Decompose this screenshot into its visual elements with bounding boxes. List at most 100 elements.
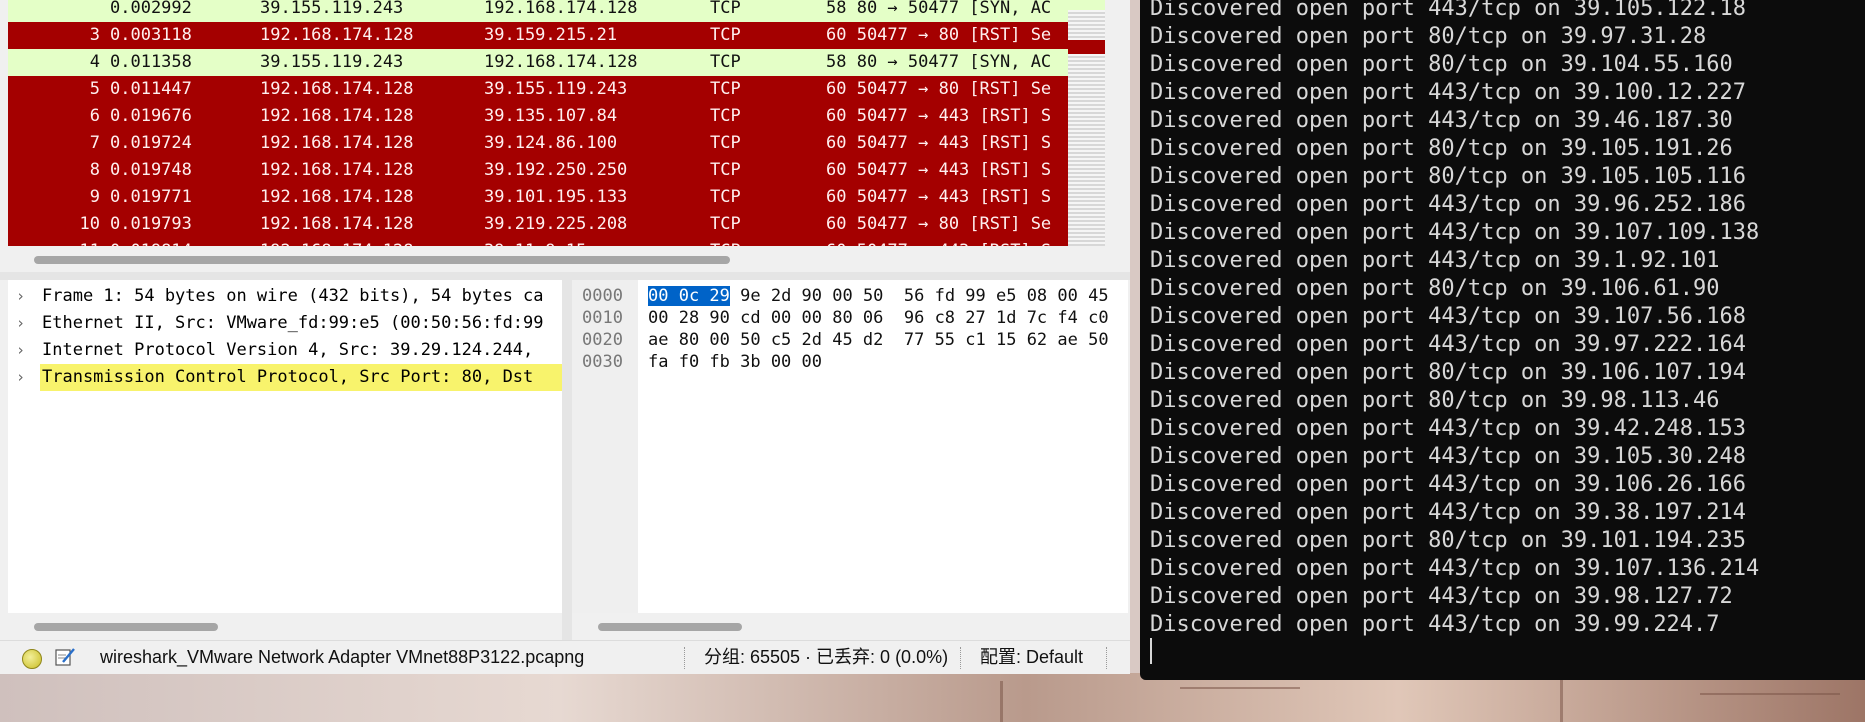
packet-time: 0.019814 — [110, 238, 192, 246]
bytes-text: ae 80 00 50 c5 2d 45 d2 77 55 c1 15 62 a… — [648, 330, 1109, 350]
packet-protocol: TCP — [710, 52, 741, 72]
edit-comment-icon[interactable] — [54, 647, 76, 667]
terminal-line: Discovered open port 443/tcp on 39.38.19… — [1150, 500, 1747, 525]
packet-time: 0.011447 — [110, 79, 192, 99]
hex-bytes[interactable]: fa f0 fb 3b 00 00 — [648, 350, 822, 375]
packet-time: 0.019748 — [110, 160, 192, 180]
packet-source: 192.168.174.128 — [260, 214, 414, 234]
packet-source: 39.155.119.243 — [260, 0, 404, 18]
terminal-line: Discovered open port 443/tcp on 39.107.1… — [1150, 556, 1760, 581]
packet-source: 39.155.119.243 — [260, 52, 404, 72]
packet-row[interactable]: 3 0.003118 192.168.174.128 39.159.215.21 TCP… — [8, 22, 1068, 49]
detail-text: Transmission Control Protocol, Src Port:… — [40, 364, 562, 391]
packet-destination: 39.192.250.250 — [484, 160, 628, 180]
packet-list[interactable]: 0.002992 39.155.119.243 192.168.174.128 TCP… — [8, 0, 1105, 246]
packet-no: 6 — [89, 106, 100, 126]
terminal-line: Discovered open port 443/tcp on 39.107.5… — [1150, 304, 1747, 329]
terminal-line: Discovered open port 443/tcp on 39.46.18… — [1150, 108, 1733, 133]
packet-source: 192.168.174.128 — [260, 133, 414, 153]
pane-divider[interactable] — [562, 280, 572, 640]
packet-count: 分组: 65505 · 已丢弃: 0 (0.0%) — [704, 647, 949, 667]
packet-protocol: TCP — [710, 187, 741, 207]
packet-info: 60 50477 → 443 [RST] S — [826, 160, 1052, 180]
packet-row[interactable]: 4 0.011358 39.155.119.243 192.168.174.128 TC… — [8, 49, 1068, 76]
packet-destination: 39.124.86.100 — [484, 133, 618, 153]
chevron-right-icon[interactable]: › — [16, 337, 25, 364]
packet-row[interactable]: 11 0.019814 192.168.174.128 39.11.9.15 TCP 60… — [8, 238, 1068, 246]
chevron-right-icon[interactable]: › — [16, 283, 25, 310]
terminal-window[interactable]: Discovered open port 443/tcp on 39.105.1… — [1140, 0, 1865, 680]
packet-destination: 39.219.225.208 — [484, 214, 628, 234]
packet-bytes[interactable]: 0000 00 0c 29 9e 2d 90 00 50 56 fd 99 e5 … — [572, 280, 1128, 613]
packet-destination: 39.155.119.243 — [484, 79, 628, 99]
hex-row: 0030 fa f0 fb 3b 00 00 — [572, 350, 1128, 375]
terminal-line: Discovered open port 80/tcp on 39.101.19… — [1150, 528, 1747, 553]
packet-source: 192.168.174.128 — [260, 238, 414, 246]
packet-details[interactable]: › Frame 1: 54 bytes on wire (432 bits), 5… — [8, 280, 562, 613]
packet-row[interactable]: 9 0.019771 192.168.174.128 39.101.195.133 TC… — [8, 184, 1068, 211]
packet-row[interactable]: 5 0.011447 192.168.174.128 39.155.119.243 TC… — [8, 76, 1068, 103]
packet-info: 58 80 → 50477 [SYN, AC — [826, 52, 1052, 72]
packet-protocol: TCP — [710, 0, 741, 18]
packet-row[interactable]: 7 0.019724 192.168.174.128 39.124.86.100 TCP… — [8, 130, 1068, 157]
terminal-line: Discovered open port 443/tcp on 39.42.24… — [1150, 416, 1747, 441]
packet-info: 60 50477 → 80 [RST] Se — [826, 79, 1052, 99]
scrollbar-thumb[interactable] — [34, 623, 218, 631]
profile-label[interactable]: 配置: Default — [980, 641, 1083, 674]
packet-source: 192.168.174.128 — [260, 25, 414, 45]
terminal-line: Discovered open port 443/tcp on 39.97.22… — [1150, 332, 1747, 357]
bytes-text: fa f0 fb 3b 00 00 — [648, 352, 822, 372]
detail-text: Ethernet II, Src: VMware_fd:99:e5 (00:50… — [42, 313, 544, 333]
packet-source: 192.168.174.128 — [260, 79, 414, 99]
desktop-wallpaper — [0, 673, 1865, 722]
packet-protocol: TCP — [710, 79, 741, 99]
packet-row[interactable]: 10 0.019793 192.168.174.128 39.219.225.208 T… — [8, 211, 1068, 238]
packet-row[interactable]: 6 0.019676 192.168.174.128 39.135.107.84 TCP… — [8, 103, 1068, 130]
capture-file-name: wireshark_VMware Network Adapter VMnet88… — [100, 647, 585, 667]
scrollbar-thumb[interactable] — [34, 256, 730, 264]
details-scrollbar[interactable] — [8, 613, 562, 639]
chevron-right-icon[interactable]: › — [16, 310, 25, 337]
packet-time: 0.019724 — [110, 133, 192, 153]
terminal-cursor — [1150, 638, 1152, 664]
scrollbar-thumb[interactable] — [598, 623, 742, 631]
terminal-line: Discovered open port 443/tcp on 39.106.2… — [1150, 472, 1747, 497]
chevron-right-icon[interactable]: › — [16, 364, 25, 391]
packet-destination: 39.11.9.15 — [484, 238, 586, 246]
packet-no: 5 — [89, 79, 100, 99]
terminal-line: Discovered open port 80/tcp on 39.97.31.… — [1150, 24, 1707, 49]
packet-list-scrollbar[interactable] — [8, 246, 1105, 272]
packet-no: 9 — [89, 187, 100, 207]
pane-splitter[interactable] — [0, 272, 1130, 280]
packet-protocol: TCP — [710, 106, 741, 126]
packet-destination: 192.168.174.128 — [484, 0, 638, 18]
detail-tree-item[interactable]: › Internet Protocol Version 4, Src: 39.29… — [8, 337, 562, 364]
packet-row[interactable]: 0.002992 39.155.119.243 192.168.174.128 TCP… — [8, 0, 1068, 22]
terminal-line: Discovered open port 80/tcp on 39.106.10… — [1150, 360, 1747, 385]
terminal-line: Discovered open port 443/tcp on 39.105.1… — [1150, 0, 1747, 21]
packet-destination: 39.159.215.21 — [484, 25, 618, 45]
packet-source: 192.168.174.128 — [260, 106, 414, 126]
packet-no: 8 — [89, 160, 100, 180]
terminal-line: Discovered open port 80/tcp on 39.106.61… — [1150, 276, 1720, 301]
terminal-line: Discovered open port 80/tcp on 39.105.19… — [1150, 136, 1733, 161]
bytes-scrollbar[interactable] — [572, 613, 1128, 639]
wireshark-window: 0.002992 39.155.119.243 192.168.174.128 TCP… — [0, 0, 1130, 674]
packet-row[interactable]: 8 0.019748 192.168.174.128 39.192.250.250 TC… — [8, 157, 1068, 184]
packet-no: 7 — [89, 133, 100, 153]
packet-time: 0.019793 — [110, 214, 192, 234]
packet-time: 0.019676 — [110, 106, 192, 126]
hex-offset: 0030 — [582, 352, 623, 372]
packet-minimap[interactable] — [1068, 0, 1105, 246]
detail-tree-item[interactable]: › Ethernet II, Src: VMware_fd:99:e5 (00:5… — [8, 310, 562, 337]
bytes-text: 9e 2d 90 00 50 56 fd 99 e5 08 00 45 — [729, 286, 1109, 306]
detail-text: Frame 1: 54 bytes on wire (432 bits), 54… — [42, 286, 544, 306]
status-light-icon[interactable] — [22, 649, 42, 669]
terminal-line: Discovered open port 443/tcp on 39.96.25… — [1150, 192, 1747, 217]
detail-tree-item[interactable]: › Transmission Control Protocol, Src Port… — [8, 364, 562, 391]
packet-protocol: TCP — [710, 238, 741, 246]
packet-source: 192.168.174.128 — [260, 187, 414, 207]
detail-tree-item[interactable]: › Frame 1: 54 bytes on wire (432 bits), 5… — [8, 283, 562, 310]
status-bar: wireshark_VMware Network Adapter VMnet88… — [0, 640, 1130, 674]
packet-destination: 192.168.174.128 — [484, 52, 638, 72]
